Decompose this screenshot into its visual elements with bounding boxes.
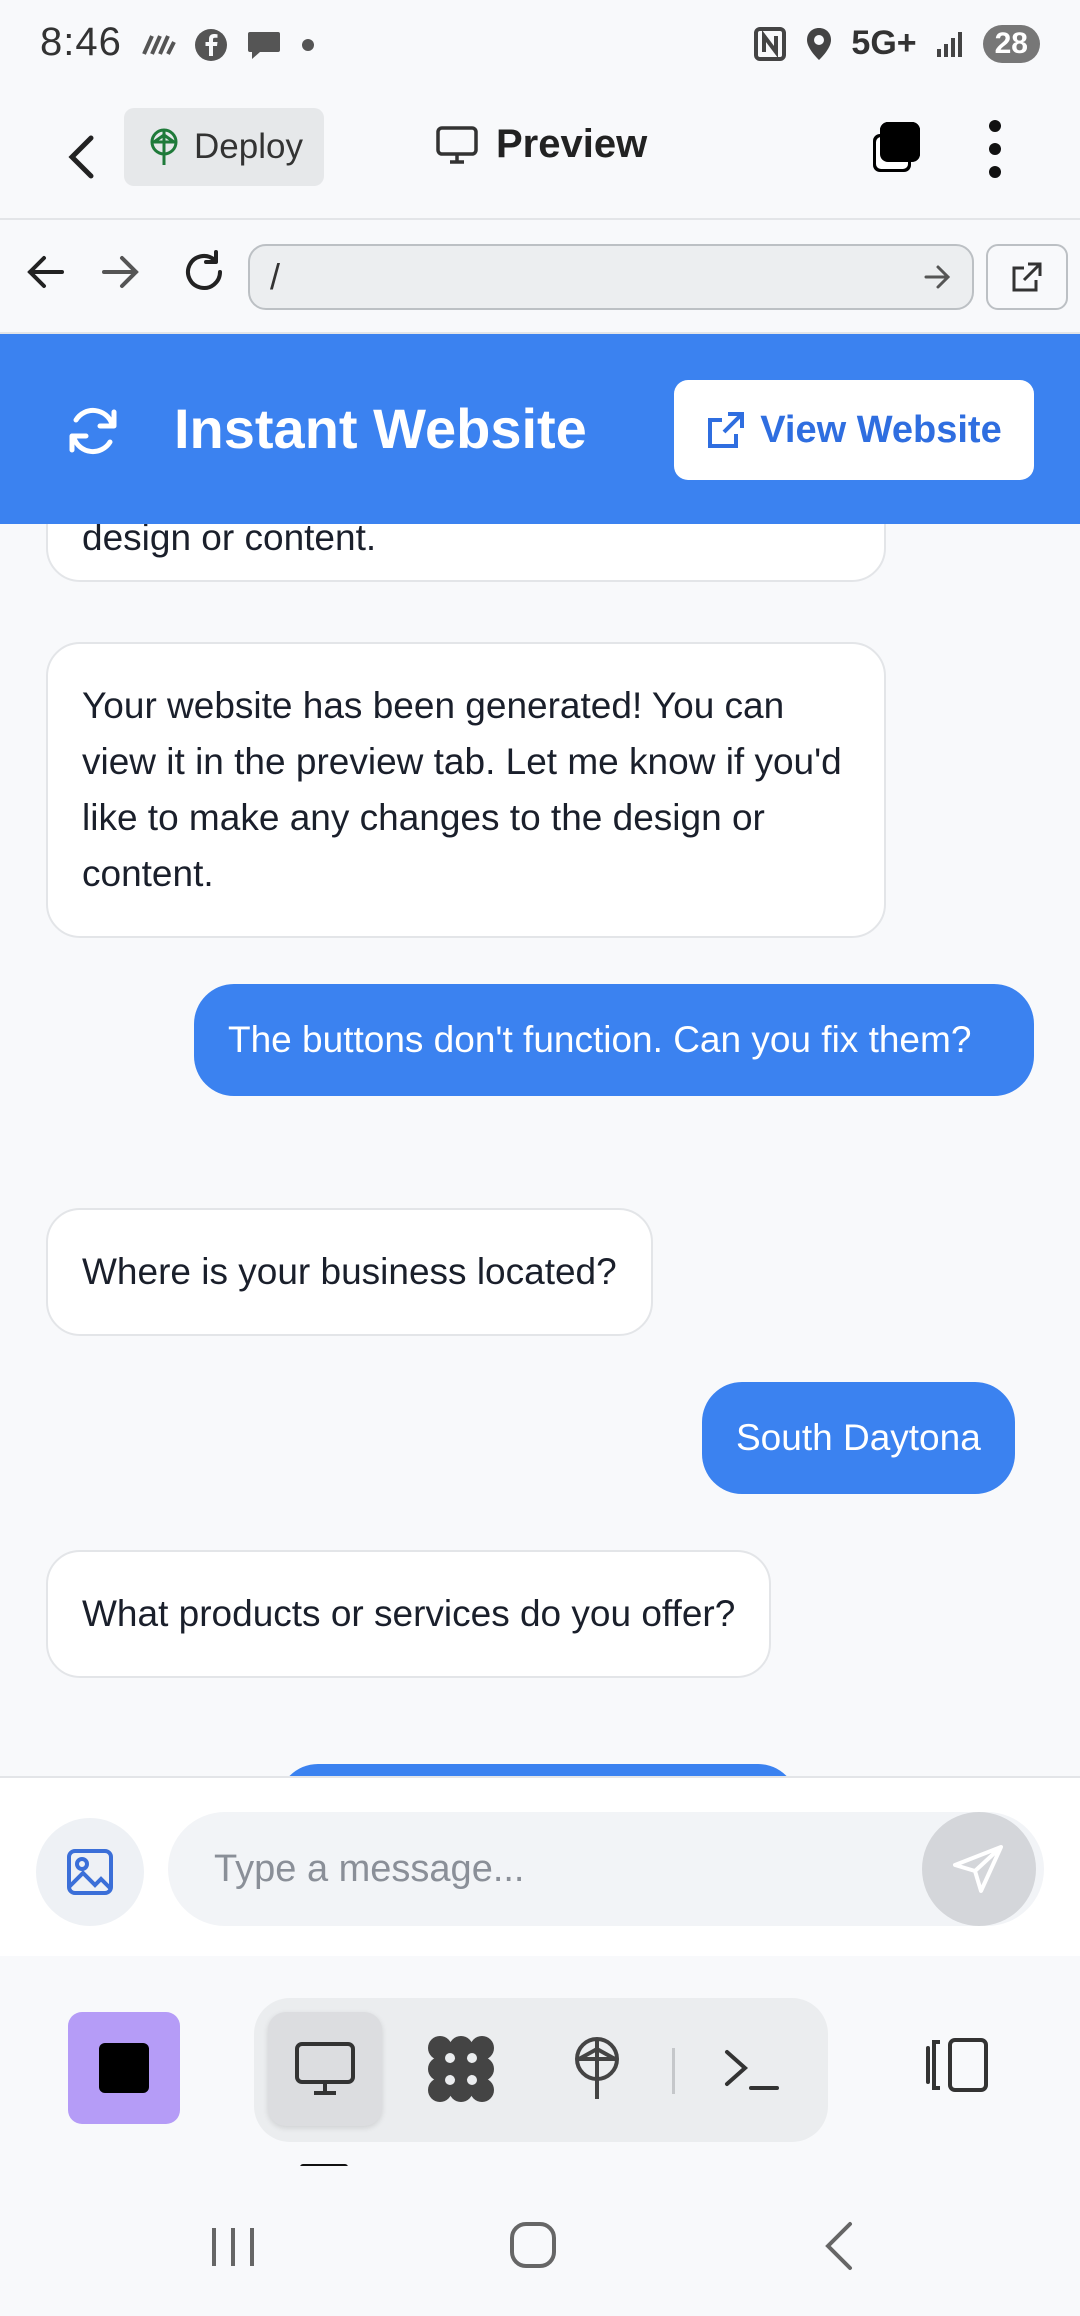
notification-icons xyxy=(142,28,316,62)
message-composer xyxy=(0,1776,1080,1956)
nfc-icon xyxy=(754,26,787,61)
chat-app-icon xyxy=(248,32,280,59)
more-options-button[interactable] xyxy=(980,116,1010,182)
preview-tab[interactable]: Preview xyxy=(436,122,647,167)
recents-icon xyxy=(212,2228,254,2266)
network-type: 5G+ xyxy=(851,24,917,62)
stop-icon xyxy=(99,2043,149,2093)
url-bar[interactable]: / xyxy=(248,244,974,310)
app-bar: Deploy Preview xyxy=(0,96,1080,220)
deploy-button[interactable]: Deploy xyxy=(124,108,324,186)
arrow-left-icon xyxy=(27,256,64,288)
panel-icon xyxy=(926,2038,988,2092)
url-text: / xyxy=(270,256,281,297)
deploy-icon xyxy=(150,128,178,165)
browser-back-button[interactable] xyxy=(24,250,66,299)
regenerate-button[interactable] xyxy=(64,402,122,465)
view-website-label: View Website xyxy=(760,408,1002,451)
status-time: 8:46 xyxy=(40,20,122,64)
reload-icon xyxy=(186,250,222,290)
bot-message: Your website has been generated! You can… xyxy=(46,642,886,938)
bot-message: What products or services do you offer? xyxy=(46,1550,772,1678)
battery-level: 28 xyxy=(982,24,1040,63)
attach-image-button[interactable] xyxy=(36,1818,144,1926)
chevron-left-icon xyxy=(68,135,94,179)
chat-thread: design or content. Your website has been… xyxy=(0,524,1080,1776)
open-external-button[interactable] xyxy=(986,244,1068,310)
user-message: The buttons don't function. Can you fix … xyxy=(194,984,1034,1096)
user-message: South Daytona xyxy=(702,1382,1015,1494)
monitor-icon xyxy=(436,125,478,164)
browser-forward-button[interactable] xyxy=(100,250,142,299)
status-bar: 8:46 5G+ 28 xyxy=(0,0,1080,96)
toolbar-divider xyxy=(672,2048,675,2094)
stop-button[interactable] xyxy=(68,2012,180,2124)
browser-nav: / xyxy=(0,220,1080,334)
deploy-view-button[interactable] xyxy=(540,2012,654,2126)
go-arrow-icon xyxy=(924,265,951,289)
image-icon xyxy=(67,1849,113,1895)
cell-signal-icon xyxy=(936,31,962,57)
recents-button[interactable] xyxy=(208,2224,258,2275)
preview-view-button[interactable] xyxy=(268,2012,382,2126)
external-link-icon xyxy=(1012,262,1042,292)
home-icon xyxy=(510,2222,556,2268)
more-vertical-icon xyxy=(989,120,1001,178)
system-navigation xyxy=(0,2166,1080,2316)
home-button[interactable] xyxy=(508,2220,558,2275)
facebook-icon xyxy=(195,29,227,61)
deploy-label: Deploy xyxy=(194,127,303,166)
status-right: 5G+ 28 xyxy=(753,24,1040,63)
console-view-button[interactable] xyxy=(694,2012,808,2126)
site-title: Instant Website xyxy=(174,397,587,460)
send-button[interactable] xyxy=(922,1812,1036,1926)
external-link-icon xyxy=(708,412,745,448)
panel-toggle-button[interactable] xyxy=(922,2036,990,2099)
message-input[interactable] xyxy=(168,1812,1044,1926)
view-website-button[interactable]: View Website xyxy=(674,380,1034,480)
bot-message: design or content. xyxy=(46,524,886,582)
preview-label: Preview xyxy=(496,122,648,166)
monitor-icon xyxy=(295,2042,355,2095)
terminal-icon xyxy=(725,2050,779,2090)
reload-button[interactable] xyxy=(180,248,228,301)
grid-icon xyxy=(428,2036,494,2102)
system-back-button[interactable] xyxy=(820,2220,856,2277)
tabs-icon xyxy=(869,122,920,176)
signal-strength-icon xyxy=(142,35,176,55)
site-header: Instant Website View Website xyxy=(0,334,1080,524)
location-icon xyxy=(807,27,832,60)
bot-message: Where is your business located? xyxy=(46,1208,653,1336)
refresh-icon xyxy=(69,407,117,455)
deploy-icon xyxy=(575,2037,619,2099)
dot-icon xyxy=(302,39,314,51)
tabs-button[interactable] xyxy=(866,118,926,178)
view-switcher xyxy=(254,1998,828,2142)
bottom-toolbar xyxy=(0,1956,1080,2170)
send-icon xyxy=(953,1845,1003,1893)
back-icon xyxy=(825,2222,852,2270)
back-button[interactable] xyxy=(56,122,106,192)
workspace-view-button[interactable] xyxy=(404,2012,518,2126)
user-message-partial xyxy=(278,1764,798,1776)
arrow-right-icon xyxy=(102,256,139,288)
